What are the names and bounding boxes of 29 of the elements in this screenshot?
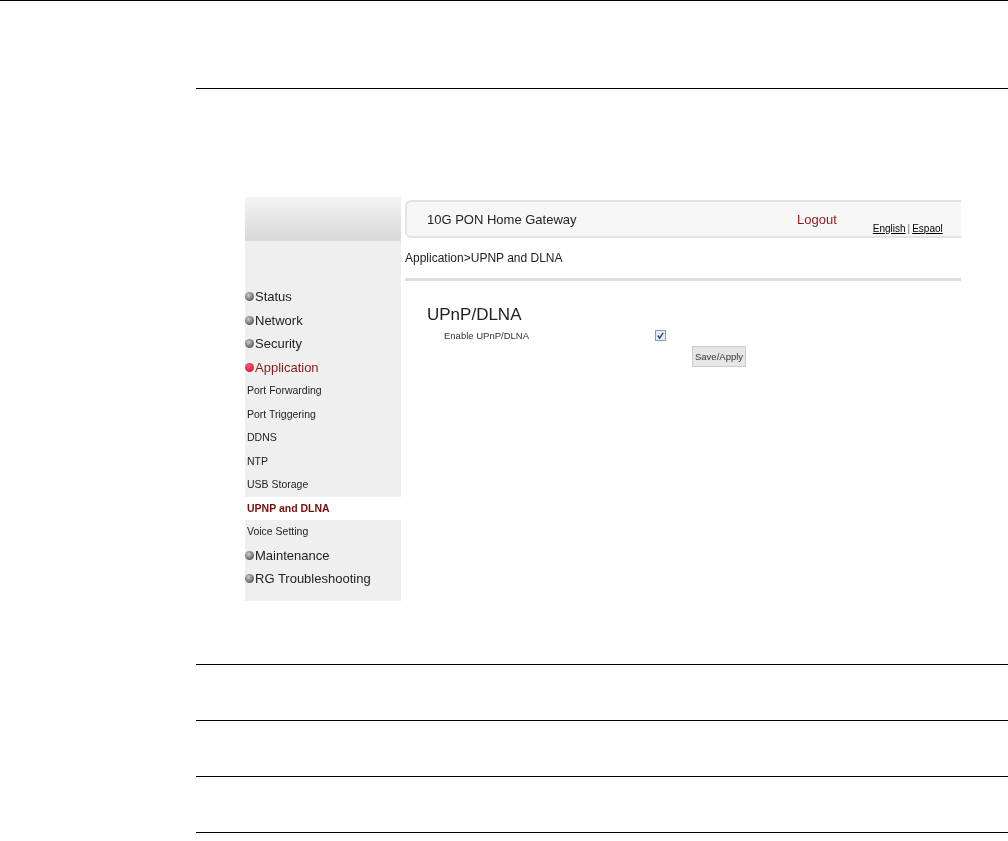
sidebar-subitem[interactable]: Port Triggering	[245, 402, 401, 426]
sidebar-item[interactable]: Maintenance	[245, 543, 401, 567]
sidebar-item-label: Application	[255, 359, 319, 375]
field-label: Enable UPnP/DLNA	[444, 330, 531, 341]
sidebar-subitem[interactable]: DDNS	[245, 426, 401, 450]
section-heading: UPnP/DLNA	[427, 305, 523, 325]
sidebar-item[interactable]: Security	[245, 332, 401, 356]
sidebar-item[interactable]: Application	[245, 355, 401, 379]
sidebar-subitem[interactable]: USB Storage	[245, 473, 401, 497]
checkbox[interactable]	[655, 330, 666, 341]
sidebar-item[interactable]: Status	[245, 285, 401, 309]
sidebar-item[interactable]: RG Troubleshooting	[245, 567, 401, 591]
sidebar-subitem[interactable]: NTP	[245, 449, 401, 473]
sidebar-item-label: Maintenance	[255, 547, 330, 563]
logout-link[interactable]: Logout	[797, 211, 837, 227]
sidebar-subitem[interactable]: Port Forwarding	[245, 379, 401, 403]
language-link[interactable]: English	[872, 222, 906, 234]
sidebar-item[interactable]: Network	[245, 308, 401, 332]
save-apply-button[interactable]: Save/Apply	[692, 346, 747, 367]
sidebar-item-label: Status	[255, 289, 292, 305]
sidebar-subitem[interactable]: UPNP and DLNA	[245, 496, 401, 520]
gateway-title: 10G PON Home Gateway	[427, 211, 578, 227]
breadcrumb: Application>UPNP and DLNA	[405, 251, 961, 281]
language-link[interactable]: Espaol	[912, 222, 943, 234]
sidebar-item-label: RG Troubleshooting	[255, 571, 371, 587]
sidebar-item-label: Security	[255, 336, 302, 352]
separator: |	[907, 222, 911, 234]
sidebar-item-label: Network	[255, 312, 303, 328]
sidebar-subitem[interactable]: Voice Setting	[245, 520, 401, 544]
